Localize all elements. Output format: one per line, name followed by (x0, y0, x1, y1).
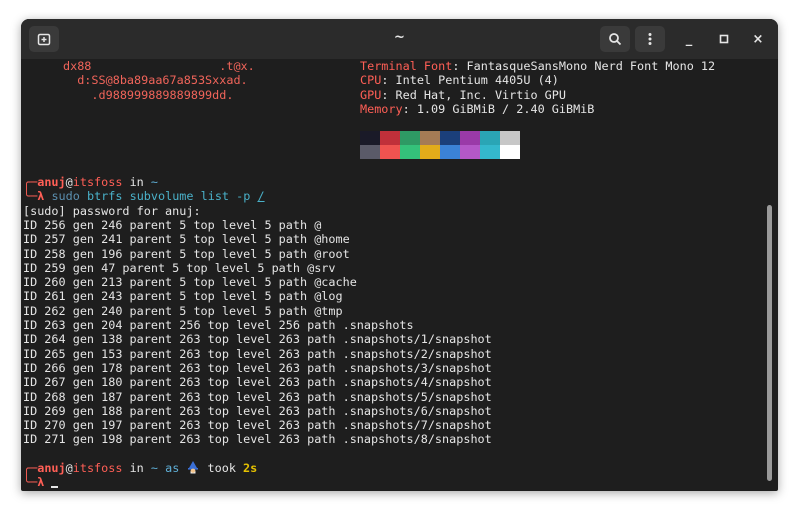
output-line: ID 262 gen 240 parent 5 top level 5 path… (23, 303, 343, 318)
info-value: : Intel Pentium 4405U (4) (381, 73, 559, 88)
output-line: ID 257 gen 241 parent 5 top level 5 path… (23, 232, 350, 247)
info-value: : 1.09 GiBMiB / 2.40 GiBMiB (402, 101, 595, 116)
color-swatch (480, 145, 500, 159)
search-icon (609, 33, 622, 46)
color-swatch (420, 131, 440, 145)
prompt-lambda: λ (37, 189, 45, 204)
prompt-user: anuj (37, 461, 66, 475)
prompt-took: took (200, 461, 244, 475)
prompt-dir: ~ (150, 175, 158, 189)
color-swatch (360, 145, 380, 159)
color-swatch (480, 131, 500, 145)
info-cpu: CPU: Intel Pentium 4405U (4) (360, 73, 559, 87)
output-line: ID 256 gen 246 parent 5 top level 5 path… (23, 217, 322, 232)
output-line: ID 263 gen 204 parent 256 top level 256 … (23, 318, 414, 332)
output-line: ID 270 gen 197 parent 263 top level 263 … (23, 418, 492, 433)
color-swatch (360, 131, 380, 145)
prompt-at: @ (65, 461, 73, 475)
info-label: GPU (360, 87, 382, 102)
output-line: [sudo] password for anuj: (23, 203, 201, 218)
cmd-args: subvolume list -p (129, 189, 251, 204)
terminal-window: ~ _ × dx88 .t@x. d:SS@8ba89aa67a853Sxxad… (21, 19, 778, 491)
info-label: CPU (360, 73, 382, 88)
cmd-path: / (257, 189, 265, 204)
color-swatch (440, 131, 460, 145)
output-line: ID 268 gen 187 parent 263 top level 263 … (23, 389, 492, 404)
minimize-button[interactable]: _ (678, 28, 700, 50)
maximize-icon (719, 34, 729, 44)
color-swatch (400, 131, 420, 145)
output-line: ID 258 gen 196 parent 5 top level 5 path… (23, 246, 350, 261)
scrollbar-thumb[interactable] (767, 205, 772, 481)
color-palette (360, 131, 520, 159)
color-swatch (380, 145, 400, 159)
ascii-logo-line: .d988999889889899dd. (63, 87, 234, 102)
prompt-in: in (122, 461, 151, 475)
output-line: ID 267 gen 180 parent 263 top level 263 … (23, 375, 492, 390)
close-icon: × (752, 31, 764, 47)
color-swatch (420, 145, 440, 159)
output-line: ID 261 gen 243 parent 5 top level 5 path… (23, 289, 343, 304)
info-value: : FantasqueSansMono Nerd Font Mono 12 (452, 59, 716, 73)
prompt-duration: 2s (243, 461, 258, 475)
menu-button[interactable] (635, 26, 665, 52)
output-line: ID 266 gen 178 parent 263 top level 263 … (23, 360, 492, 375)
maximize-button[interactable] (713, 28, 735, 50)
prompt-line: ╭─anuj@itsfoss in ~ (23, 175, 158, 189)
close-button[interactable]: × (747, 28, 769, 50)
header-bar: ~ _ × (21, 19, 778, 59)
output-line: ID 260 gen 213 parent 5 top level 5 path… (23, 275, 357, 290)
color-swatch (440, 145, 460, 159)
prompt-host: itsfoss (72, 175, 123, 189)
prompt-lambda: λ (37, 475, 45, 490)
prompt-as: as (158, 461, 187, 475)
info-label: Terminal Font (360, 59, 453, 73)
prompt-host: itsfoss (72, 461, 123, 475)
terminal-content[interactable]: dx88 .t@x. d:SS@8ba89aa67a853Sxxad. .d98… (21, 59, 766, 491)
info-label: Memory (360, 101, 403, 116)
command-line[interactable]: ╰─λ (23, 475, 59, 490)
output-line: ID 265 gen 153 parent 263 top level 263 … (23, 346, 492, 361)
command-line: ╰─λ sudo btrfs subvolume list -p / (23, 189, 265, 204)
color-swatch (460, 145, 480, 159)
color-swatch (400, 145, 420, 159)
cmd-sudo: sudo (51, 189, 80, 204)
ascii-logo-line: d:SS@8ba89aa67a853Sxxad. (63, 73, 248, 88)
color-swatch (500, 131, 520, 145)
output-line: ID 264 gen 138 parent 263 top level 263 … (23, 332, 492, 347)
minimize-icon: _ (685, 31, 693, 47)
prompt-line: ╭─anuj@itsfoss in ~ as took 2s (23, 461, 258, 475)
output-line: ID 271 gen 198 parent 263 top level 263 … (23, 432, 492, 447)
info-terminal-font: Terminal Font: FantasqueSansMono Nerd Fo… (360, 59, 715, 73)
search-button[interactable] (600, 26, 630, 52)
info-gpu: GPU: Red Hat, Inc. Virtio GPU (360, 88, 566, 102)
wizard-emoji-icon (188, 461, 199, 474)
cmd-btrfs: btrfs (86, 189, 123, 204)
color-swatch (380, 131, 400, 145)
color-swatch (460, 131, 480, 145)
info-memory: Memory: 1.09 GiBMiB / 2.40 GiBMiB (360, 102, 594, 116)
text-cursor (51, 486, 59, 489)
info-value: : Red Hat, Inc. Virtio GPU (381, 87, 566, 102)
kebab-menu-icon (648, 33, 652, 45)
color-swatch (500, 145, 520, 159)
output-line: ID 269 gen 188 parent 263 top level 263 … (23, 403, 492, 418)
output-line: ID 259 gen 47 parent 5 top level 5 path … (23, 260, 336, 275)
prompt-in: in (122, 175, 151, 189)
ascii-logo-line: dx88 .t@x. (63, 59, 255, 73)
prompt-dir: ~ (150, 461, 158, 475)
prompt-at: @ (65, 175, 73, 189)
prompt-user: anuj (37, 175, 66, 189)
